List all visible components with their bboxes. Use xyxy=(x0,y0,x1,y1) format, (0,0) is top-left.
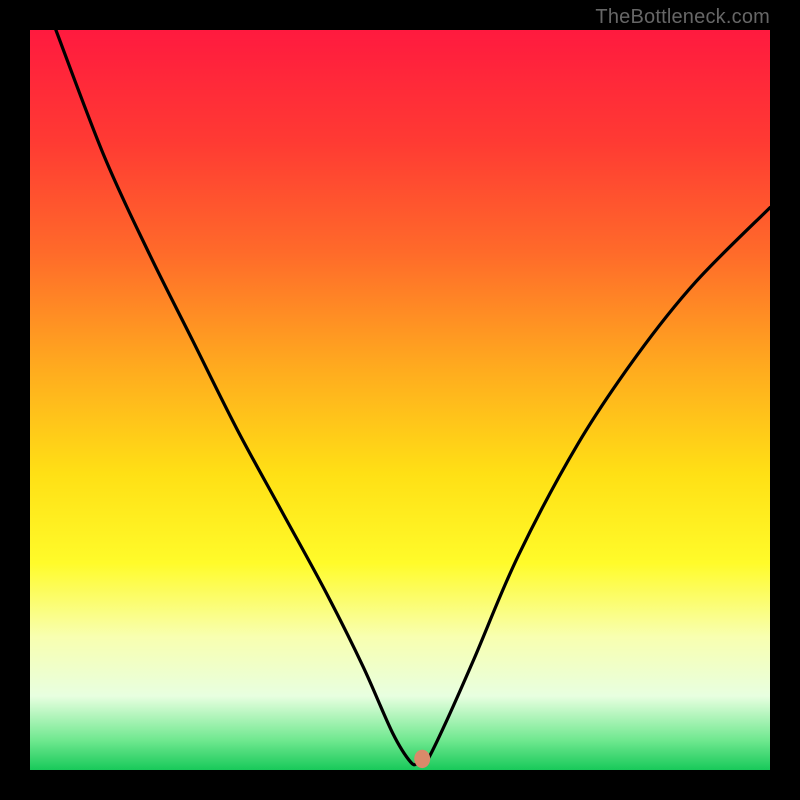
watermark-text: TheBottleneck.com xyxy=(595,6,770,29)
gradient-background xyxy=(30,30,770,770)
optimum-marker xyxy=(414,750,430,768)
chart-svg xyxy=(30,30,770,770)
chart-container: TheBottleneck.com xyxy=(0,0,800,800)
plot-area xyxy=(30,30,770,770)
